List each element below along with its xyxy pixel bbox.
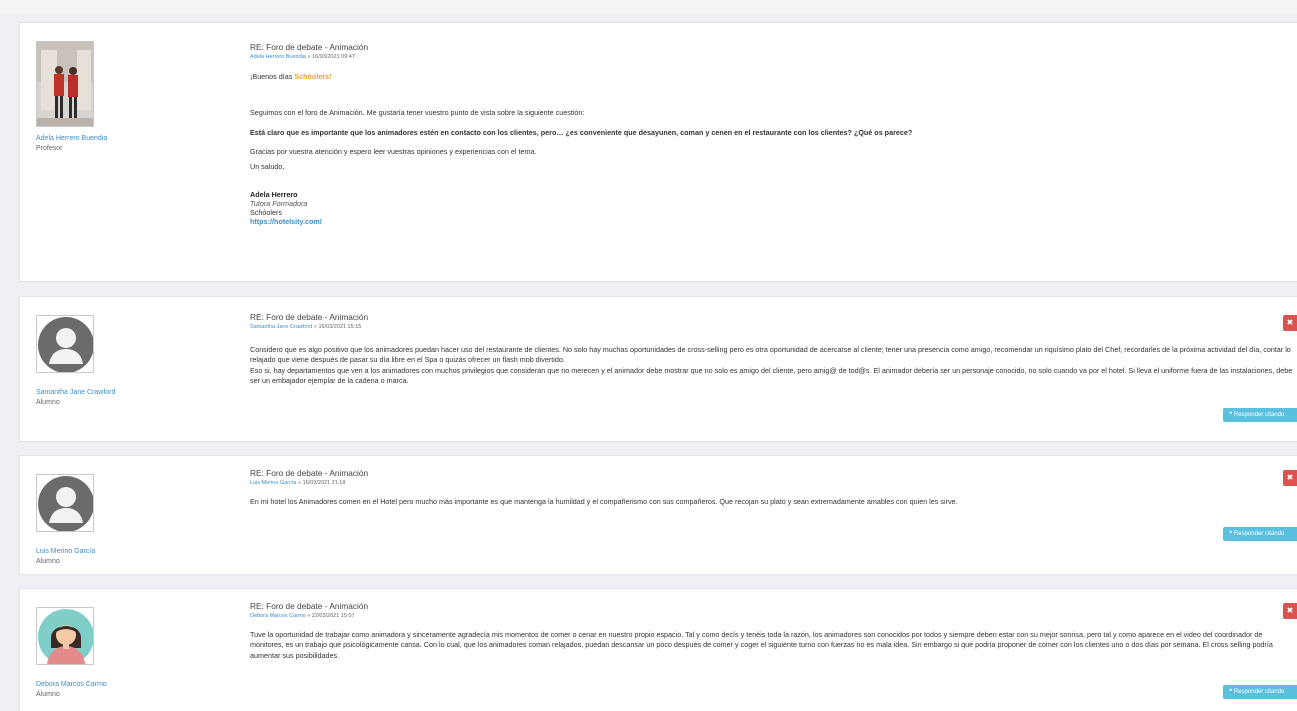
post-paragraph: Seguimos con el foro de Animación. Me gu…: [250, 108, 585, 118]
byline-author-link[interactable]: Luis Merino García: [250, 480, 296, 486]
author-name-link[interactable]: Luis Merino García: [36, 548, 156, 555]
signature-name: Adela Herrero: [250, 190, 298, 200]
post-date: 16/03/2021 15:15: [318, 324, 362, 331]
author-role: Alumno: [36, 558, 60, 565]
post-subject: RE: Foro de debate - Animación: [250, 42, 369, 52]
signature-role: Tutora Formadora: [250, 199, 308, 209]
post-author: Debora Marcos Carmo Alumno: [36, 607, 156, 698]
post-content: RE: Foro de debate - Animación Samantha …: [250, 311, 1297, 387]
post-paragraph: Considero que es algo positivo que los a…: [250, 344, 1291, 365]
post-body: En mi hotel los Animadores comen en el H…: [250, 497, 1297, 507]
post-body: Considero que es algo positivo que los a…: [250, 345, 1297, 387]
avatar[interactable]: [36, 474, 94, 532]
quote-reply-button[interactable]: ❝ Responder citando: [1223, 685, 1297, 699]
post-byline: Luis Merino García » 16/03/2021 21:18: [250, 480, 346, 487]
post-content: RE: Foro de debate - Animación Adela Her…: [250, 41, 1297, 226]
avatar[interactable]: [36, 607, 94, 665]
byline-author-link[interactable]: Debora Marcos Carmo: [250, 613, 306, 619]
post-content: RE: Foro de debate - Animación Debora Ma…: [250, 600, 1297, 661]
author-name-link[interactable]: Debora Marcos Carmo: [36, 681, 156, 688]
greeting-text: ¡Buenos días: [250, 71, 295, 81]
top-bar: [0, 0, 1297, 13]
greeting-name: Schóolers!: [294, 71, 332, 81]
post-byline: Samantha Jane Crawford » 16/03/2021 15:1…: [250, 324, 362, 331]
post-content: RE: Foro de debate - Animación Luis Meri…: [250, 467, 1297, 507]
signature-org: Schóolers: [250, 208, 282, 218]
post-body: Tuve la oportunidad de trabajar como ani…: [250, 630, 1297, 661]
post-subject: RE: Foro de debate - Animación: [250, 601, 369, 611]
byline-author-link[interactable]: Samantha Jane Crawford: [250, 324, 312, 330]
forum-post: Debora Marcos Carmo Alumno ✖ RE: Foro de…: [19, 588, 1297, 711]
user-avatar-illustration: [37, 608, 93, 664]
author-role: Alumno: [36, 691, 60, 698]
forum-post: Samantha Jane Crawford Alumno ✖ RE: Foro…: [19, 296, 1297, 442]
post-byline: Debora Marcos Carmo » 22/03/2021 15:07: [250, 613, 355, 620]
quote-reply-button[interactable]: ❝ Responder citando: [1223, 527, 1297, 541]
post-paragraph: Tuve la oportunidad de trabajar como ani…: [250, 629, 1273, 660]
post-subject: RE: Foro de debate - Animación: [250, 312, 369, 322]
avatar[interactable]: [36, 315, 94, 373]
post-paragraph: Gracias por vuestra atención y espero le…: [250, 147, 537, 157]
author-role: Profesor: [36, 145, 63, 152]
author-name-link[interactable]: Adela Herrero Buendia: [36, 135, 156, 142]
post-paragraph: En mi hotel los Animadores comen en el H…: [250, 496, 958, 506]
post-author: Adela Herrero Buendia Profesor: [36, 41, 156, 152]
post-date: 22/03/2021 15:07: [311, 613, 355, 620]
author-name-link[interactable]: Samantha Jane Crawford: [36, 389, 156, 396]
user-placeholder-icon: [37, 316, 93, 372]
byline-author-link[interactable]: Adela Herrero Buendia: [250, 54, 306, 60]
post-paragraph: Eso si, hay departamentos que ven a los …: [250, 365, 1293, 386]
signature-link[interactable]: https://hotelsity.com/: [250, 217, 322, 226]
post-author: Luis Merino García Alumno: [36, 474, 156, 565]
author-role: Alumno: [36, 399, 60, 406]
post-author: Samantha Jane Crawford Alumno: [36, 315, 156, 406]
post-question: Está claro que es importante que los ani…: [250, 127, 913, 137]
post-paragraph: Un saludo,: [250, 161, 285, 171]
avatar[interactable]: [36, 41, 94, 127]
forum-post: Luis Merino García Alumno ✖ RE: Foro de …: [19, 455, 1297, 575]
post-date: 16/03/2021 21:18: [302, 480, 346, 487]
post-subject: RE: Foro de debate - Animación: [250, 468, 369, 478]
user-placeholder-icon: [37, 475, 93, 531]
post-byline: Adela Herrero Buendia » 16/03/2021 09:47: [250, 54, 355, 61]
forum-post: Adela Herrero Buendia Profesor RE: Foro …: [19, 22, 1297, 282]
post-date: 16/03/2021 09:47: [312, 54, 355, 61]
quote-reply-button[interactable]: ❝ Responder citando: [1223, 408, 1297, 422]
post-body: ¡Buenos días Schóolers! Seguimos con el …: [250, 72, 1297, 226]
